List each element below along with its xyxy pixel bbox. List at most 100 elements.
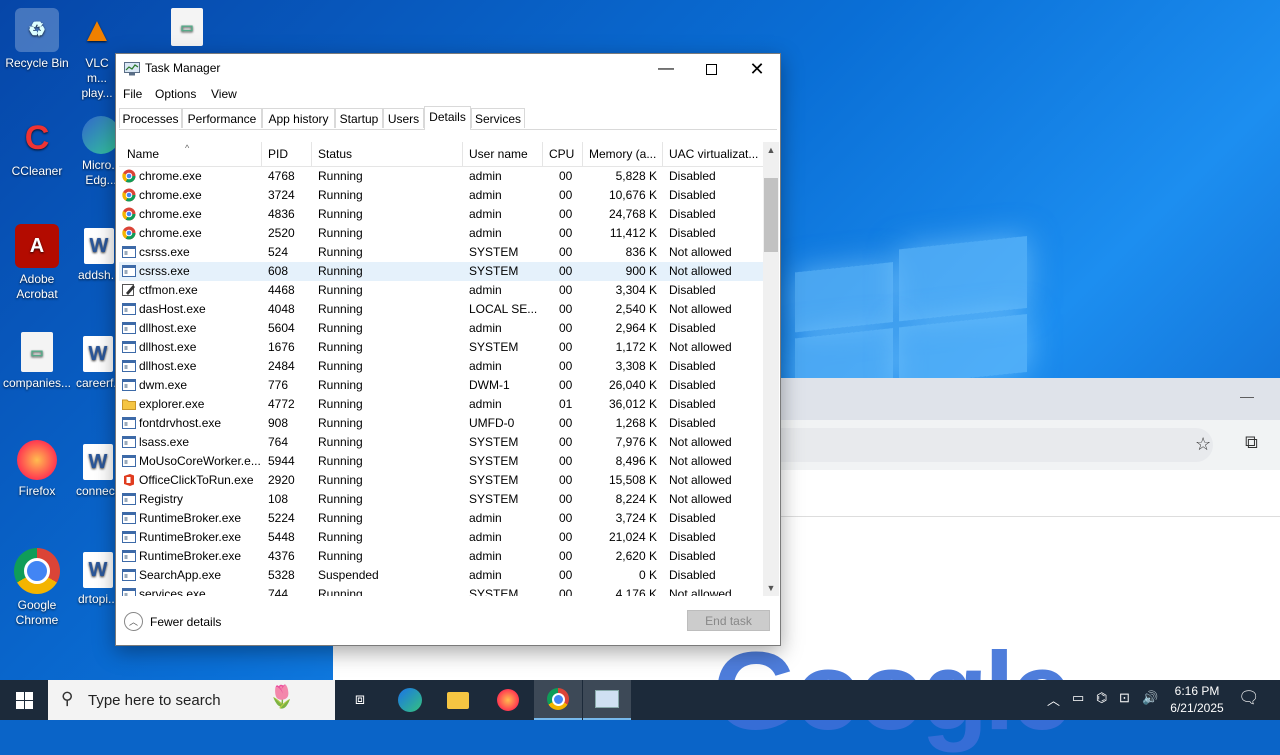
column-header-cpu[interactable]: CPU [543, 142, 583, 166]
table-row[interactable]: csrss.exe 524 Running SYSTEM 00 836 K Not allo… [119, 243, 763, 262]
desktop-icon-careerf[interactable]: W careerf... [76, 336, 120, 391]
scrollbar-thumb[interactable] [764, 178, 778, 252]
tab-app-history[interactable]: App history [262, 108, 335, 128]
column-header-pid[interactable]: PID [262, 142, 312, 166]
meet-now-icon[interactable]: ⌬ [1096, 690, 1107, 706]
taskbar-edge[interactable] [386, 680, 434, 720]
table-row[interactable]: dllhost.exe 1676 Running SYSTEM 00 1,172 K Not… [119, 338, 763, 357]
window-icon [122, 530, 136, 544]
table-row[interactable]: RuntimeBroker.exe 4376 Running admin 00 2,620… [119, 547, 763, 566]
maximize-button[interactable] [688, 54, 734, 84]
process-name: dllhost.exe [139, 340, 197, 354]
menu-view[interactable]: View [211, 87, 237, 101]
taskbar-chrome[interactable] [534, 680, 582, 720]
desktop-icon-acrobat[interactable]: A Adobe Acrobat [1, 224, 73, 302]
table-row[interactable]: chrome.exe 4768 Running admin 00 5,828 K Disab… [119, 167, 763, 186]
clock[interactable]: 6:16 PM 6/21/2025 [1160, 683, 1234, 717]
close-button[interactable]: ✕ [734, 54, 780, 84]
cell-uac: Disabled [669, 359, 716, 373]
desktop-icon-chrome[interactable]: Google Chrome [1, 548, 73, 628]
volume-icon[interactable]: 🔊 [1142, 690, 1158, 706]
tab-details[interactable]: Details [424, 106, 471, 130]
process-name: RuntimeBroker.exe [139, 530, 242, 544]
vertical-scrollbar[interactable]: ▲ ▼ [763, 142, 779, 596]
show-hidden-icons-chevron-icon[interactable]: ︿ [1047, 690, 1060, 709]
column-header-name[interactable]: ^ Name [119, 142, 262, 166]
process-name: RuntimeBroker.exe [139, 549, 242, 563]
fewer-details-button[interactable]: ︿ Fewer details [124, 612, 221, 631]
end-task-button[interactable]: End task [687, 610, 770, 631]
table-row[interactable]: fontdrvhost.exe 908 Running UMFD-0 00 1,268 K… [119, 414, 763, 433]
process-name: chrome.exe [139, 169, 202, 183]
cell-pid: 764 [268, 435, 289, 449]
desktop-icon-recycle-bin[interactable]: ♻ Recycle Bin [1, 8, 73, 71]
tab-processes[interactable]: Processes [119, 108, 182, 128]
cell-uac: Disabled [669, 530, 716, 544]
table-row[interactable]: lsass.exe 764 Running SYSTEM 00 7,976 K Not al… [119, 433, 763, 452]
firefox-icon [17, 440, 57, 480]
table-row[interactable]: RuntimeBroker.exe 5448 Running admin 00 21,02… [119, 528, 763, 547]
cell-pid: 2484 [268, 359, 295, 373]
table-row[interactable]: RuntimeBroker.exe 5224 Running admin 00 3,724… [119, 509, 763, 528]
windows-logo-wallpaper [795, 228, 1030, 397]
extensions-icon[interactable]: ⧉ [1245, 432, 1258, 453]
desktop-icon-companies[interactable]: ▭ companies... [1, 332, 73, 391]
network-icon[interactable]: ⊡ [1119, 690, 1130, 706]
notifications-icon[interactable]: 🗨 [1238, 688, 1260, 708]
task-manager-icon [595, 690, 619, 708]
taskbar-file-explorer[interactable] [434, 680, 482, 720]
table-row[interactable]: ctfmon.exe 4468 Running admin 00 3,304 K Disab… [119, 281, 763, 300]
scroll-up-icon[interactable]: ▲ [763, 142, 779, 158]
cell-name: MoUsoCoreWorker.e... [119, 452, 262, 471]
desktop-icon-connec[interactable]: W connec... [76, 444, 120, 499]
table-row[interactable]: chrome.exe 2520 Running admin 00 11,412 K Disa… [119, 224, 763, 243]
column-header-uac[interactable]: UAC virtualizat... [663, 142, 763, 166]
table-row[interactable]: dasHost.exe 4048 Running LOCAL SE... 00 2,540… [119, 300, 763, 319]
star-icon[interactable]: ☆ [1195, 434, 1211, 455]
table-row[interactable]: SearchApp.exe 5328 Suspended admin 00 0 K Disa… [119, 566, 763, 585]
cell-mem: 24,768 K [608, 207, 657, 221]
menu-file[interactable]: File [123, 87, 142, 101]
process-name: RuntimeBroker.exe [139, 511, 242, 525]
tab-services[interactable]: Services [471, 108, 525, 128]
title-bar[interactable]: Task Manager — ✕ [116, 54, 780, 84]
cell-mem: 2,620 K [615, 549, 657, 563]
table-row[interactable]: MoUsoCoreWorker.e... 5944 Running SYSTEM 00 8… [119, 452, 763, 471]
desktop-icon-ccleaner[interactable]: C CCleaner [1, 116, 73, 179]
desktop-icon-file[interactable]: ▭ [165, 8, 209, 50]
desktop-icon-vlc[interactable]: ▲ VLC m... play... [75, 8, 119, 101]
tab-startup[interactable]: Startup [335, 108, 383, 128]
cell-name: services.exe [119, 585, 262, 596]
minimize-icon[interactable]: — [1240, 388, 1254, 404]
cell-status: Running [318, 188, 363, 202]
desktop-icon-firefox[interactable]: Firefox [1, 440, 73, 499]
column-header-user-name[interactable]: User name [463, 142, 543, 166]
menu-options[interactable]: Options [155, 87, 196, 101]
minimize-button[interactable]: — [643, 54, 689, 84]
scroll-down-icon[interactable]: ▼ [763, 580, 779, 596]
tab-users[interactable]: Users [383, 108, 424, 128]
table-row[interactable]: OfficeClickToRun.exe 2920 Running SYSTEM 00 1… [119, 471, 763, 490]
table-row[interactable]: services.exe 744 Running SYSTEM 00 4,176 K Not… [119, 585, 763, 596]
cell-mem: 11,412 K [609, 226, 657, 240]
tab-performance[interactable]: Performance [182, 108, 262, 128]
taskbar-firefox[interactable] [484, 680, 532, 720]
table-row[interactable]: dllhost.exe 2484 Running admin 00 3,308 K Disa… [119, 357, 763, 376]
desktop-icon-addsh[interactable]: W addsh... [78, 228, 120, 283]
desktop-icon-drtopi[interactable]: W drtopi... [76, 552, 120, 607]
table-row[interactable]: chrome.exe 4836 Running admin 00 24,768 K Disa… [119, 205, 763, 224]
taskbar-search-box[interactable]: ⚲ Type here to search 🌷 [48, 680, 335, 720]
table-row[interactable]: csrss.exe 608 Running SYSTEM 00 900 K Not allo… [119, 262, 763, 281]
task-view-button[interactable]: ⧈ [336, 680, 384, 720]
battery-icon[interactable]: ▭ [1072, 690, 1084, 706]
table-row[interactable]: Registry 108 Running SYSTEM 00 8,224 K Not all… [119, 490, 763, 509]
taskbar-task-manager[interactable] [583, 680, 631, 720]
column-header-status[interactable]: Status [312, 142, 463, 166]
column-header-memory[interactable]: Memory (a... [583, 142, 663, 166]
process-name: csrss.exe [139, 245, 190, 259]
table-row[interactable]: dllhost.exe 5604 Running admin 00 2,964 K Disa… [119, 319, 763, 338]
start-button[interactable] [0, 680, 48, 720]
table-row[interactable]: dwm.exe 776 Running DWM-1 00 26,040 K Disabled [119, 376, 763, 395]
table-row[interactable]: chrome.exe 3724 Running admin 00 10,676 K Disa… [119, 186, 763, 205]
table-row[interactable]: explorer.exe 4772 Running admin 01 36,012 K Di… [119, 395, 763, 414]
